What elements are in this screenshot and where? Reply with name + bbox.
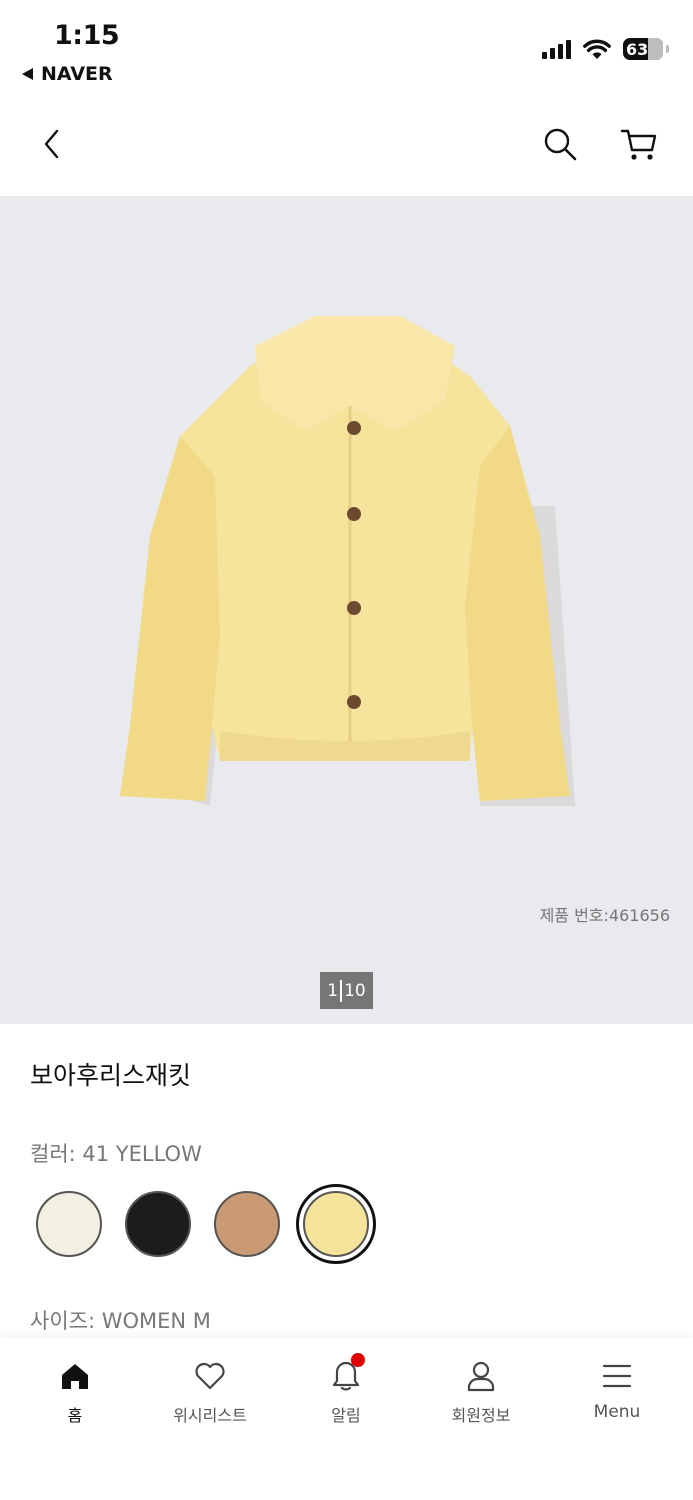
menu-icon	[602, 1364, 632, 1388]
status-indicators: 63	[542, 38, 669, 60]
product-page: 1:15 NAVER 63 제품 번호:461656 1 10 보아후리스재킷 …	[0, 0, 693, 1500]
product-image	[120, 316, 575, 806]
tab-notifications[interactable]: 알림	[286, 1353, 406, 1426]
search-button[interactable]	[538, 122, 582, 166]
swatch-brown[interactable]	[214, 1191, 280, 1257]
heart-icon	[195, 1362, 225, 1390]
tab-notifications-label: 알림	[331, 1406, 361, 1425]
back-app-label: NAVER	[41, 63, 113, 85]
cart-button[interactable]	[617, 122, 661, 166]
tab-menu[interactable]: Menu	[557, 1356, 677, 1422]
bottom-tab-bar: 홈 위시리스트 알림 회원정보 Menu	[0, 1338, 693, 1500]
status-bar: 1:15 NAVER 63	[0, 0, 693, 96]
tab-menu-label: Menu	[593, 1402, 641, 1422]
notification-badge	[351, 1353, 365, 1367]
color-label: 컬러: 41 YELLOW	[30, 1142, 202, 1166]
size-label: 사이즈: WOMEN M	[30, 1309, 211, 1333]
tab-home-label: 홈	[67, 1406, 83, 1425]
pager-current: 1	[327, 980, 339, 1001]
product-title: 보아후리스재킷	[30, 1061, 192, 1090]
tab-member-info[interactable]: 회원정보	[421, 1356, 541, 1426]
back-to-app-link[interactable]: NAVER	[22, 63, 113, 85]
swatch-black[interactable]	[125, 1191, 191, 1257]
search-icon	[544, 128, 577, 161]
back-button[interactable]	[30, 122, 74, 166]
product-image-gallery[interactable]: 제품 번호:461656 1 10	[0, 196, 693, 1024]
battery-level: 63	[626, 39, 649, 59]
tab-member-info-label: 회원정보	[451, 1406, 511, 1425]
home-icon	[62, 1364, 88, 1389]
wifi-icon	[583, 39, 611, 59]
pager-total: 10	[344, 980, 366, 1001]
image-pager: 1 10	[320, 972, 373, 1009]
cellular-signal-icon	[542, 39, 571, 59]
back-triangle-icon	[22, 68, 33, 80]
top-header	[0, 100, 693, 195]
color-swatches	[36, 1184, 436, 1269]
cart-icon	[620, 129, 657, 160]
status-time: 1:15	[54, 20, 120, 51]
user-icon	[467, 1361, 495, 1392]
tab-home[interactable]: 홈	[15, 1356, 135, 1426]
product-number: 제품 번호:461656	[539, 906, 670, 925]
battery-icon: 63	[623, 38, 663, 60]
swatch-off-white[interactable]	[36, 1191, 102, 1257]
tab-wishlist-label: 위시리스트	[173, 1406, 247, 1425]
swatch-yellow-selected[interactable]	[296, 1184, 376, 1264]
chevron-left-icon	[44, 129, 59, 159]
tab-wishlist[interactable]: 위시리스트	[150, 1356, 270, 1426]
